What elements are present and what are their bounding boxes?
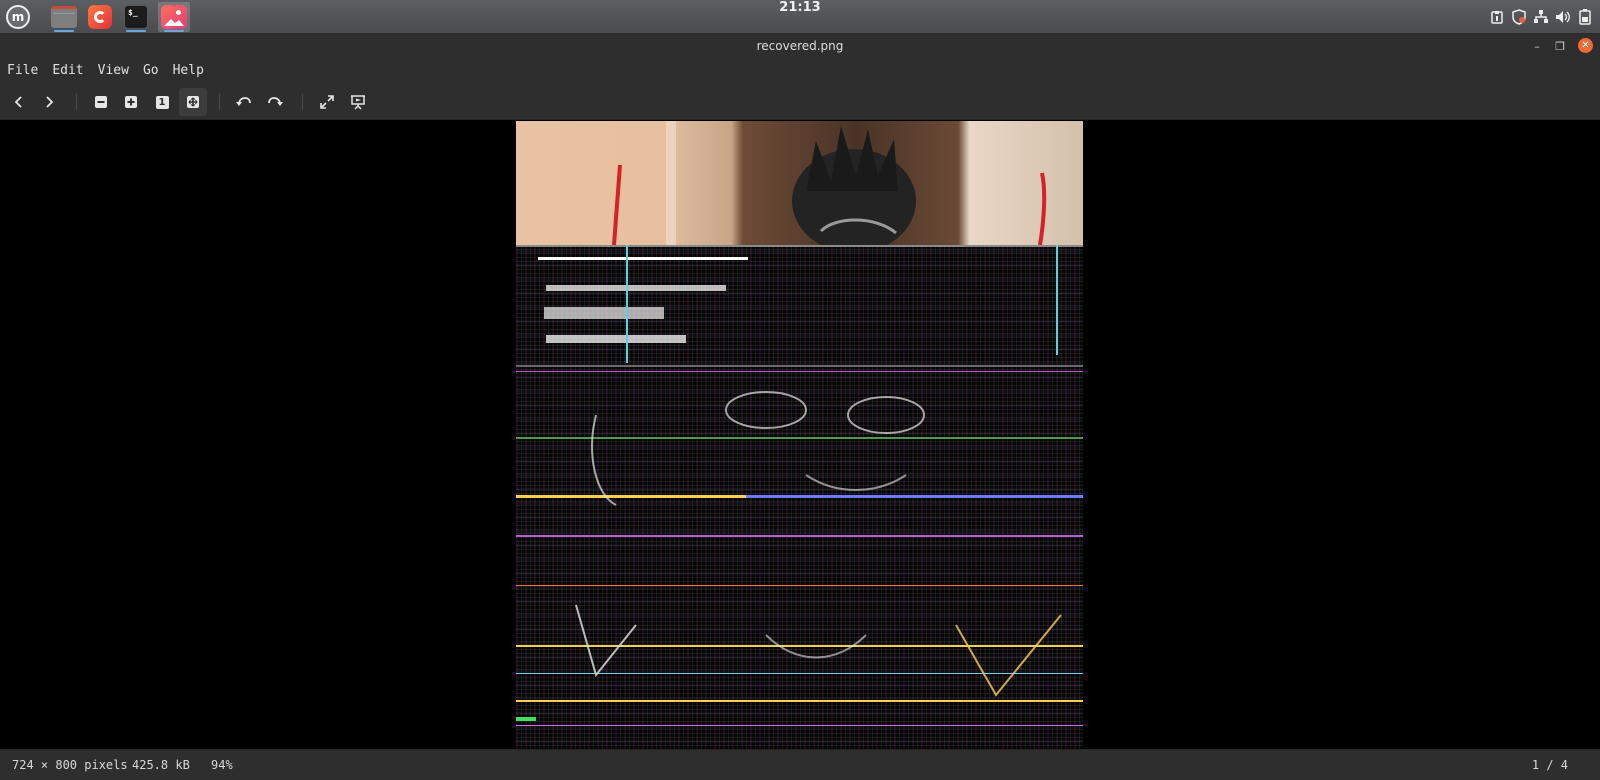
battery-icon[interactable]: [1576, 8, 1594, 26]
displayed-image: [516, 121, 1083, 749]
linux-mint-logo-icon: m: [6, 5, 30, 29]
files-app-icon: [51, 6, 77, 28]
volume-icon[interactable]: [1554, 8, 1572, 26]
zoom-out-icon: [95, 96, 107, 108]
menu-help[interactable]: Help: [166, 58, 211, 84]
image-viewer-app-icon: [161, 5, 187, 29]
toolbar-separator: [302, 94, 303, 110]
clipboard-icon[interactable]: [1488, 8, 1506, 26]
back-icon: [14, 96, 22, 108]
clock: 21:13: [779, 0, 821, 15]
zoom-fit-button[interactable]: [179, 88, 207, 116]
menu-go[interactable]: Go: [136, 58, 166, 84]
file-size: 425.8 kB: [132, 758, 190, 772]
menu-view[interactable]: View: [91, 58, 136, 84]
shield-icon[interactable]: [1510, 8, 1528, 26]
image-position: 1 / 4: [1531, 758, 1568, 772]
rotate-left-icon: [236, 97, 251, 106]
terminal-app-icon: $_: [124, 5, 148, 29]
maximize-button[interactable]: ❐: [1551, 37, 1569, 55]
minimize-button[interactable]: –: [1528, 37, 1546, 55]
forward-button[interactable]: [35, 88, 63, 116]
running-indicator: [54, 30, 74, 32]
zoom-fit-icon: [187, 96, 199, 108]
taskbar-terminal-app[interactable]: $_: [120, 2, 152, 32]
taskbar: m $_ 21:13: [0, 0, 1600, 34]
close-button[interactable]: ✕: [1578, 38, 1593, 53]
back-button[interactable]: [5, 88, 33, 116]
zoom-normal-icon: 1: [155, 95, 169, 109]
zoom-level: 94%: [211, 758, 233, 772]
zoom-in-icon: [125, 96, 137, 108]
slideshow-button[interactable]: [344, 88, 372, 116]
taskbar-firefox-app[interactable]: [84, 2, 116, 32]
window-titlebar[interactable]: recovered.png – ❐ ✕: [0, 34, 1600, 58]
running-indicator: [126, 30, 146, 32]
zoom-in-button[interactable]: [117, 88, 145, 116]
toolbar-separator: [76, 94, 77, 110]
rotate-right-button[interactable]: [261, 88, 289, 116]
image-corruption-artifacts: [516, 245, 1083, 726]
firefox-app-icon: [88, 5, 112, 29]
running-indicator: [164, 30, 184, 32]
slideshow-icon: [351, 95, 365, 110]
menubar: File Edit View Go Help: [0, 58, 1600, 84]
taskbar-image-viewer-app[interactable]: [158, 2, 190, 32]
forward-icon: [46, 96, 54, 108]
menu-file[interactable]: File: [0, 58, 45, 84]
toolbar-separator: [219, 94, 220, 110]
statusbar: 724 × 800 pixels 425.8 kB 94% 1 / 4: [0, 749, 1600, 780]
fullscreen-icon: [320, 95, 334, 109]
image-dimensions: 724 × 800 pixels: [12, 758, 128, 772]
network-icon[interactable]: [1532, 8, 1550, 26]
system-tray: [1488, 8, 1594, 26]
toolbar: 1: [0, 84, 1600, 120]
menu-edit[interactable]: Edit: [45, 58, 90, 84]
image-viewport[interactable]: [0, 121, 1600, 749]
taskbar-files-app[interactable]: [48, 2, 80, 32]
zoom-normal-button[interactable]: 1: [148, 88, 176, 116]
fullscreen-button[interactable]: [313, 88, 341, 116]
window-title: recovered.png: [756, 39, 844, 53]
start-menu-button[interactable]: m: [4, 4, 32, 30]
zoom-out-button[interactable]: [87, 88, 115, 116]
rotate-left-button[interactable]: [230, 88, 258, 116]
image-top-detail: [612, 121, 1047, 245]
rotate-right-icon: [268, 97, 283, 106]
